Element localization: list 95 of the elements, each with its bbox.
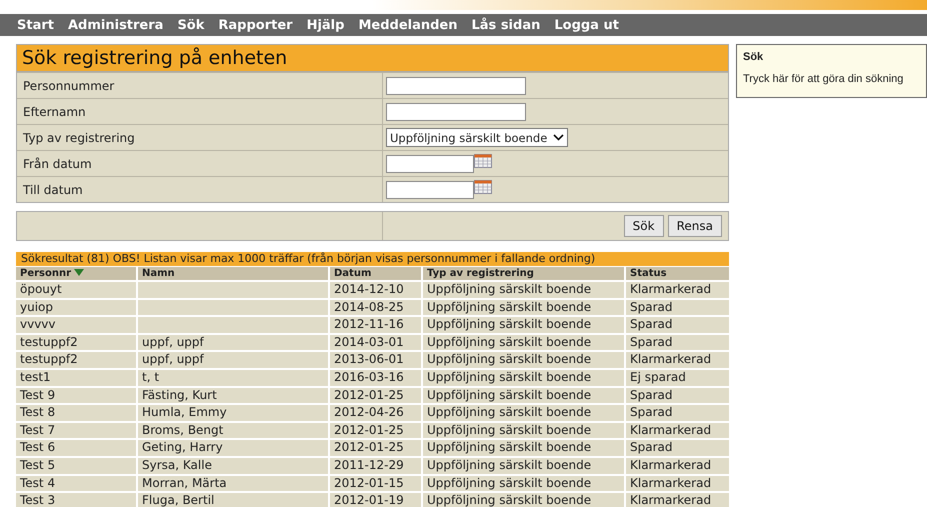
table-cell: 2013-06-01	[330, 352, 421, 368]
calendar-icon[interactable]	[474, 180, 492, 194]
table-cell: Uppföljning särskilt boende	[423, 493, 624, 507]
table-cell: uppf, uppf	[138, 334, 328, 350]
help-title: Sök	[743, 51, 764, 63]
field-label: Till datum	[23, 182, 83, 196]
table-cell: Uppföljning särskilt boende	[423, 458, 624, 474]
column-header[interactable]: Namn	[138, 267, 328, 280]
table-cell: vvvvv	[16, 317, 136, 333]
table-cell: yuiop	[16, 300, 136, 316]
table-cell: Klarmarkerad	[626, 282, 729, 298]
table-cell: Uppföljning särskilt boende	[423, 334, 624, 350]
column-header[interactable]: Personnr	[16, 267, 136, 280]
table-cell: Sparad	[626, 317, 729, 333]
date-field[interactable]	[386, 154, 474, 172]
table-cell: Klarmarkerad	[626, 422, 729, 438]
field-label: Efternamn	[23, 104, 86, 118]
column-header[interactable]: Status	[626, 267, 729, 280]
field-label: Personnummer	[23, 78, 114, 92]
table-cell: 2012-01-25	[330, 440, 421, 456]
table-cell: Test 8	[16, 405, 136, 421]
table-cell: Test 7	[16, 422, 136, 438]
menu-item[interactable]: Start	[10, 18, 61, 32]
menu-item[interactable]: Rapporter	[211, 18, 300, 32]
table-cell: Test 3	[16, 493, 136, 507]
column-header[interactable]: Datum	[330, 267, 421, 280]
table-cell: Sparad	[626, 388, 729, 404]
table-cell: Sparad	[626, 440, 729, 456]
table-cell: Fästing, Kurt	[138, 388, 328, 404]
table-cell: Ej sparad	[626, 370, 729, 386]
menu-item[interactable]: Sök	[170, 18, 212, 32]
input-field[interactable]	[386, 76, 526, 94]
table-cell: Uppföljning särskilt boende	[423, 440, 624, 456]
table-cell: Sparad	[626, 334, 729, 350]
table-cell: testuppf2	[16, 334, 136, 350]
table-cell: Uppföljning särskilt boende	[423, 282, 624, 298]
table-cell: Humla, Emmy	[138, 405, 328, 421]
table-cell: Uppföljning särskilt boende	[423, 405, 624, 421]
table-cell: Klarmarkerad	[626, 493, 729, 507]
table-cell: 2012-01-15	[330, 476, 421, 492]
help-text: Tryck här för att göra din sökning	[743, 73, 904, 85]
menu-item[interactable]: Meddelanden	[351, 18, 464, 32]
menu-item[interactable]: Hjälp	[300, 18, 352, 32]
results-summary: Sökresultat (81) OBS! Listan visar max 1000 träffar (från början visas personnummer i fallande ordning)	[16, 252, 729, 266]
panel-title: Sök registrering på enheten	[17, 45, 728, 72]
table-cell: öpouyt	[16, 282, 136, 298]
table-cell: Klarmarkerad	[626, 458, 729, 474]
table-cell: Uppföljning särskilt boende	[423, 300, 624, 316]
table-cell: 2011-12-29	[330, 458, 421, 474]
menu-item[interactable]: Administrera	[60, 18, 170, 32]
input-field[interactable]	[386, 102, 526, 120]
table-cell: Klarmarkerad	[626, 476, 729, 492]
table-cell: Sparad	[626, 405, 729, 421]
table-cell: Test 4	[16, 476, 136, 492]
search-button[interactable]: Sök	[624, 215, 664, 237]
table-cell: Uppföljning särskilt boende	[423, 476, 624, 492]
field-label: Från datum	[23, 156, 92, 170]
table-cell: test1	[16, 370, 136, 386]
table-cell: Klarmarkerad	[626, 352, 729, 368]
chevron-icon	[553, 134, 564, 141]
field-label: Typ av registrering	[23, 130, 135, 144]
table-cell: 2014-08-25	[330, 300, 421, 316]
table-cell: Broms, Bengt	[138, 422, 328, 438]
table-cell: Geting, Harry	[138, 440, 328, 456]
table-cell: 2012-01-19	[330, 493, 421, 507]
table-cell: Sparad	[626, 300, 729, 316]
table-cell: Test 6	[16, 440, 136, 456]
dropdown[interactable]: Uppföljning särskilt boende	[386, 128, 568, 147]
date-field[interactable]	[386, 180, 474, 198]
menu-item[interactable]: Logga ut	[547, 18, 626, 32]
table-cell: 2012-11-16	[330, 317, 421, 333]
table-cell: 2012-01-25	[330, 422, 421, 438]
table-cell: Uppföljning särskilt boende	[423, 422, 624, 438]
table-cell: Uppföljning särskilt boende	[423, 352, 624, 368]
table-cell: 2016-03-16	[330, 370, 421, 386]
sort-down-icon	[74, 269, 84, 276]
table-cell: Syrsa, Kalle	[138, 458, 328, 474]
table-cell: 2014-12-10	[330, 282, 421, 298]
table-cell: t, t	[138, 370, 328, 386]
table-cell: Uppföljning särskilt boende	[423, 388, 624, 404]
menu-item[interactable]: Lås sidan	[464, 18, 548, 32]
table-cell: Uppföljning särskilt boende	[423, 370, 624, 386]
table-cell: 2012-01-25	[330, 388, 421, 404]
table-cell: 2014-03-01	[330, 334, 421, 350]
table-cell: 2012-04-26	[330, 405, 421, 421]
table-cell: testuppf2	[16, 352, 136, 368]
table-cell: Test 9	[16, 388, 136, 404]
clear-button[interactable]: Rensa	[668, 215, 722, 237]
calendar-icon[interactable]	[474, 154, 492, 168]
column-header[interactable]: Typ av registrering	[423, 267, 624, 280]
table-cell: uppf, uppf	[138, 352, 328, 368]
table-cell: Uppföljning särskilt boende	[423, 317, 624, 333]
table-cell: Test 5	[16, 458, 136, 474]
table-cell: Fluga, Bertil	[138, 493, 328, 507]
table-cell: Morran, Märta	[138, 476, 328, 492]
